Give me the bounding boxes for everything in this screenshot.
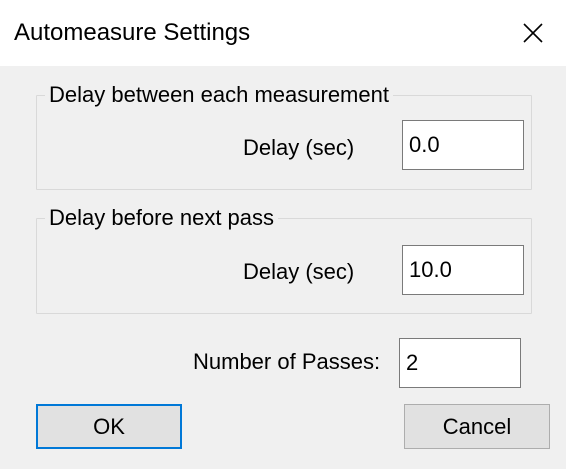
passes-input[interactable]: 2 [399, 338, 521, 388]
close-icon [523, 23, 543, 43]
ok-button[interactable]: OK [36, 404, 182, 449]
close-button[interactable] [500, 0, 566, 66]
automeasure-settings-dialog: Automeasure Settings Delay between each … [0, 0, 566, 469]
title-bar: Automeasure Settings [0, 0, 566, 66]
window-title: Automeasure Settings [14, 19, 251, 46]
pass-delay-group-label: Delay before next pass [45, 204, 279, 232]
measurement-delay-input[interactable]: 0.0 [402, 120, 524, 170]
pass-delay-input[interactable]: 10.0 [402, 245, 524, 295]
passes-label: Number of Passes: [193, 349, 381, 374]
measurement-delay-group-label: Delay between each measurement [45, 81, 393, 109]
pass-delay-label: Delay (sec) [243, 259, 355, 284]
measurement-delay-label: Delay (sec) [243, 135, 355, 160]
cancel-button[interactable]: Cancel [404, 404, 550, 449]
